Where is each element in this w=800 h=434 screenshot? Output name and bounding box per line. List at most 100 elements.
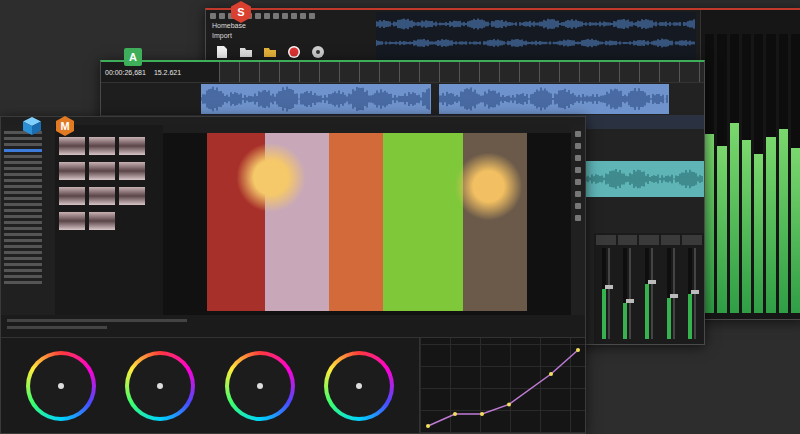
- thumbnail[interactable]: [59, 137, 85, 155]
- audio-clip[interactable]: [201, 84, 431, 114]
- thumbnail[interactable]: [119, 137, 145, 155]
- curve-point[interactable]: [426, 424, 430, 428]
- new-file-icon[interactable]: [214, 44, 230, 60]
- preview-image: [207, 133, 527, 311]
- meter: [791, 34, 800, 313]
- thumbnail[interactable]: [89, 162, 115, 180]
- toolbar-button[interactable]: [264, 13, 270, 19]
- color-wheel[interactable]: [225, 351, 295, 421]
- toolbar-button[interactable]: [309, 13, 315, 19]
- curve-point[interactable]: [453, 412, 457, 416]
- color-wheel[interactable]: [125, 351, 195, 421]
- explorer-item[interactable]: [4, 215, 42, 218]
- window-header: [1, 117, 585, 125]
- toolbar-button[interactable]: [273, 13, 279, 19]
- curve-point[interactable]: [576, 348, 580, 352]
- curve-point[interactable]: [549, 372, 553, 376]
- explorer-item[interactable]: [4, 221, 42, 224]
- open-folder-icon[interactable]: [238, 44, 254, 60]
- waveform: [376, 35, 696, 51]
- explorer-item[interactable]: [4, 251, 42, 254]
- explorer-list[interactable]: [1, 125, 55, 315]
- timeline-ruler[interactable]: [219, 62, 704, 82]
- vegas-window[interactable]: [0, 116, 586, 434]
- explorer-item[interactable]: [4, 191, 42, 194]
- toolbar-button[interactable]: [291, 13, 297, 19]
- explorer-item[interactable]: [4, 155, 42, 158]
- color-wheel[interactable]: [26, 351, 96, 421]
- thumbnail[interactable]: [89, 187, 115, 205]
- sound-forge-logo: S: [230, 0, 252, 24]
- color-wheel[interactable]: [324, 351, 394, 421]
- thumbnail[interactable]: [59, 212, 85, 230]
- side-toolbar: [571, 125, 585, 315]
- mixer-channel[interactable]: [682, 235, 702, 342]
- meter: [779, 34, 788, 313]
- toolbar-button[interactable]: [300, 13, 306, 19]
- waveform: [439, 84, 669, 114]
- toolbar-button[interactable]: [219, 13, 225, 19]
- thumbnail[interactable]: [89, 137, 115, 155]
- mixer-channel[interactable]: [639, 235, 659, 342]
- toolbar-button[interactable]: [255, 13, 261, 19]
- toolbar-button[interactable]: [575, 191, 581, 197]
- folder-icon[interactable]: [262, 44, 278, 60]
- toolbar-button[interactable]: [575, 131, 581, 137]
- thumbnail[interactable]: [59, 187, 85, 205]
- explorer-item[interactable]: [4, 161, 42, 164]
- record-icon[interactable]: [286, 44, 302, 60]
- explorer-item[interactable]: [4, 233, 42, 236]
- curve-panel[interactable]: [419, 338, 585, 433]
- audio-clip[interactable]: [584, 161, 704, 197]
- explorer-item[interactable]: [4, 275, 42, 278]
- level-meters: [700, 10, 800, 319]
- explorer-item[interactable]: [4, 227, 42, 230]
- toolbar-button[interactable]: [575, 203, 581, 209]
- explorer-item[interactable]: [4, 167, 42, 170]
- media-bin[interactable]: [55, 125, 163, 315]
- mixer-channel[interactable]: [618, 235, 638, 342]
- toolbar-button[interactable]: [575, 143, 581, 149]
- explorer-item[interactable]: [4, 203, 42, 206]
- color-curve[interactable]: [423, 341, 583, 431]
- thumbnail[interactable]: [89, 212, 115, 230]
- explorer-item[interactable]: [4, 185, 42, 188]
- waveform-overview[interactable]: [376, 12, 696, 63]
- explorer-item[interactable]: [4, 137, 42, 140]
- explorer-item[interactable]: [4, 209, 42, 212]
- meter: [742, 34, 751, 313]
- color-grading-panel: [1, 337, 585, 433]
- toolbar-button[interactable]: [575, 179, 581, 185]
- audio-clip[interactable]: [439, 84, 669, 114]
- track-lane[interactable]: [201, 83, 704, 115]
- status-area: [1, 315, 585, 337]
- explorer-item[interactable]: [4, 173, 42, 176]
- toolbar-button[interactable]: [575, 167, 581, 173]
- mixer-channel[interactable]: [661, 235, 681, 342]
- toolbar-button[interactable]: [210, 13, 216, 19]
- thumbnail[interactable]: [59, 162, 85, 180]
- toolbar-button[interactable]: [575, 215, 581, 221]
- thumbnail[interactable]: [119, 162, 145, 180]
- explorer-item[interactable]: [4, 149, 42, 152]
- explorer-item[interactable]: [4, 269, 42, 272]
- desktop: HomebaseImportS00:00:26,68115.2.621AM: [0, 0, 800, 434]
- explorer-item[interactable]: [4, 179, 42, 182]
- explorer-item[interactable]: [4, 281, 42, 284]
- track-header[interactable]: [101, 83, 201, 116]
- explorer-item[interactable]: [4, 143, 42, 146]
- curve-point[interactable]: [507, 402, 511, 406]
- meter: [717, 34, 726, 313]
- thumbnail[interactable]: [119, 187, 145, 205]
- homebase-tab[interactable]: Homebase: [210, 21, 368, 30]
- toolbar-button[interactable]: [282, 13, 288, 19]
- toolbar-button[interactable]: [575, 155, 581, 161]
- mixer-channel[interactable]: [596, 235, 616, 342]
- disc-icon[interactable]: [310, 44, 326, 60]
- explorer-item[interactable]: [4, 263, 42, 266]
- explorer-item[interactable]: [4, 239, 42, 242]
- curve-point[interactable]: [480, 412, 484, 416]
- explorer-item[interactable]: [4, 197, 42, 200]
- explorer-item[interactable]: [4, 245, 42, 248]
- explorer-item[interactable]: [4, 257, 42, 260]
